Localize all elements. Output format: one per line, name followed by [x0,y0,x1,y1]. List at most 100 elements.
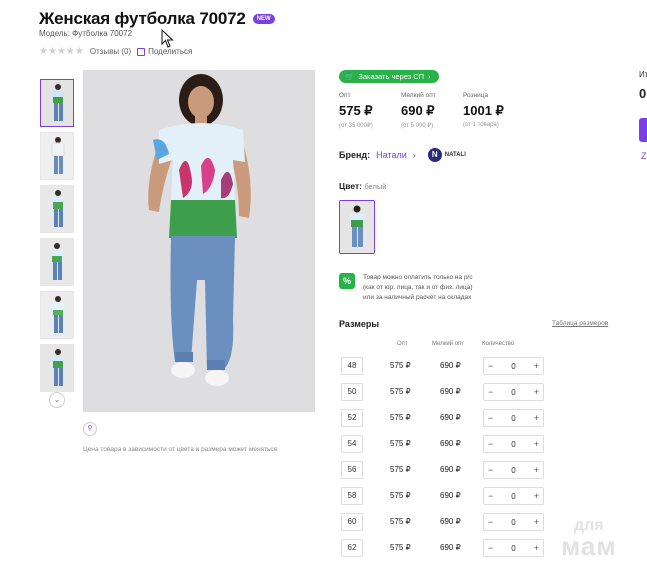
plus-button[interactable]: + [534,543,539,553]
size-row: 60 575 ₽ 690 ₽ − 0 + [339,513,559,533]
thumbnail-5[interactable] [40,291,74,339]
size-price-opt: 575 ₽ [390,517,411,526]
rating-stars-icon: ★★★★★ [39,46,84,57]
minus-button[interactable]: − [488,491,493,501]
price-value: 690 ₽ [401,103,435,118]
size-label: 62 [341,539,363,557]
new-badge: NEW [252,14,275,24]
header-opt: Опт [397,341,408,347]
plus-button[interactable]: + [534,465,539,475]
right-panel-link[interactable]: Z [641,151,647,161]
price-retail: Розница 1001 ₽ (от 1 товара) [463,92,525,129]
size-price-opt: 575 ₽ [390,413,411,422]
size-row: 52 575 ₽ 690 ₽ − 0 + [339,409,559,429]
zoom-icon[interactable]: ⚲ [83,422,97,436]
chevron-right-icon: › [428,72,431,81]
thumbnail-list [40,79,74,397]
price-small-opt: Мелкий опт 690 ₽ (от 5 000 ₽) [401,92,463,129]
quantity-input[interactable]: 0 [511,544,515,553]
sizes-title: Размеры [339,319,380,329]
minus-button[interactable]: − [488,465,493,475]
size-label: 50 [341,383,363,401]
quantity-stepper: − 0 + [483,435,544,453]
color-swatch-white[interactable] [339,200,375,254]
order-via-sp-button[interactable]: 🛒 Заказать через СП › [339,70,439,83]
thumbnail-4[interactable] [40,238,74,286]
mouse-cursor-icon [161,29,174,48]
quantity-stepper: − 0 + [483,539,544,557]
size-table-link[interactable]: Таблица размеров [552,320,608,327]
brand-logo-text: NATALI [444,152,466,158]
price-opt: Опт 575 ₽ (от 35 000₽) [339,92,401,129]
plus-button[interactable]: + [534,491,539,501]
product-model: Модель: Футболка 70072 [39,29,133,38]
size-label: 52 [341,409,363,427]
quantity-input[interactable]: 0 [511,492,515,501]
size-price-opt: 575 ₽ [390,387,411,396]
price-condition: (от 1 товара) [463,122,499,128]
brand-label: Бренд: [339,150,371,160]
size-label: 56 [341,461,363,479]
size-price-small-opt: 690 ₽ [440,517,461,526]
price-value: 1001 ₽ [463,103,504,118]
payment-note: % Товар можно оплатить только на р/с (ка… [339,273,473,303]
size-price-small-opt: 690 ₽ [440,491,461,500]
size-price-opt: 575 ₽ [390,465,411,474]
payment-note-line: Товар можно оплатить только на р/с [363,274,473,281]
color-value: белый [364,182,387,191]
color-row: Цвет: белый [339,181,386,191]
chevron-right-icon: › [412,150,416,160]
quantity-stepper: − 0 + [483,487,544,505]
order-via-sp-label: Заказать через СП [358,72,425,81]
thumbnail-scroll-down-icon[interactable]: ⌄ [49,392,65,408]
size-price-small-opt: 690 ₽ [440,361,461,370]
brand-logo[interactable]: N NATALI [427,148,466,162]
minus-button[interactable]: − [488,439,493,449]
plus-button[interactable]: + [534,413,539,423]
watermark-line: мам [561,531,617,561]
minus-button[interactable]: − [488,361,493,371]
quantity-input[interactable]: 0 [511,414,515,423]
add-to-cart-button[interactable] [639,118,647,142]
thumbnail-3[interactable] [40,185,74,233]
size-row: 48 575 ₽ 690 ₽ − 0 + [339,357,559,377]
product-title: Женская футболка 70072 [39,9,246,28]
minus-button[interactable]: − [488,413,493,423]
cart-icon: 🛒 [345,72,355,81]
size-label: 60 [341,513,363,531]
size-price-small-opt: 690 ₽ [440,413,461,422]
size-row: 50 575 ₽ 690 ₽ − 0 + [339,383,559,403]
header-qty: Количество [482,341,515,347]
plus-button[interactable]: + [534,387,539,397]
color-label: Цвет: [339,181,362,191]
plus-button[interactable]: + [534,361,539,371]
payment-note-line: (как от юр. лица, так и от физ. лица) [363,284,473,291]
payment-note-line: или за наличный расчёт на складах [363,294,472,301]
quantity-input[interactable]: 0 [511,362,515,371]
quantity-input[interactable]: 0 [511,388,515,397]
brand-link[interactable]: Натали [376,150,407,160]
size-price-small-opt: 690 ₽ [440,465,461,474]
main-product-image[interactable] [83,70,315,412]
quantity-input[interactable]: 0 [511,466,515,475]
minus-button[interactable]: − [488,387,493,397]
quantity-stepper: − 0 + [483,513,544,531]
size-row: 56 575 ₽ 690 ₽ − 0 + [339,461,559,481]
quantity-stepper: − 0 + [483,357,544,375]
size-price-small-opt: 690 ₽ [440,543,461,552]
minus-button[interactable]: − [488,543,493,553]
thumbnail-6[interactable] [40,344,74,392]
plus-button[interactable]: + [534,517,539,527]
percent-icon: % [339,273,355,289]
size-row: 54 575 ₽ 690 ₽ − 0 + [339,435,559,455]
reviews-link[interactable]: Отзывы (0) [90,47,131,56]
minus-button[interactable]: − [488,517,493,527]
size-price-opt: 575 ₽ [390,439,411,448]
size-label: 48 [341,357,363,375]
quantity-input[interactable]: 0 [511,440,515,449]
size-price-opt: 575 ₽ [390,491,411,500]
quantity-input[interactable]: 0 [511,518,515,527]
plus-button[interactable]: + [534,439,539,449]
thumbnail-2[interactable] [40,132,74,180]
thumbnail-1[interactable] [40,79,74,127]
